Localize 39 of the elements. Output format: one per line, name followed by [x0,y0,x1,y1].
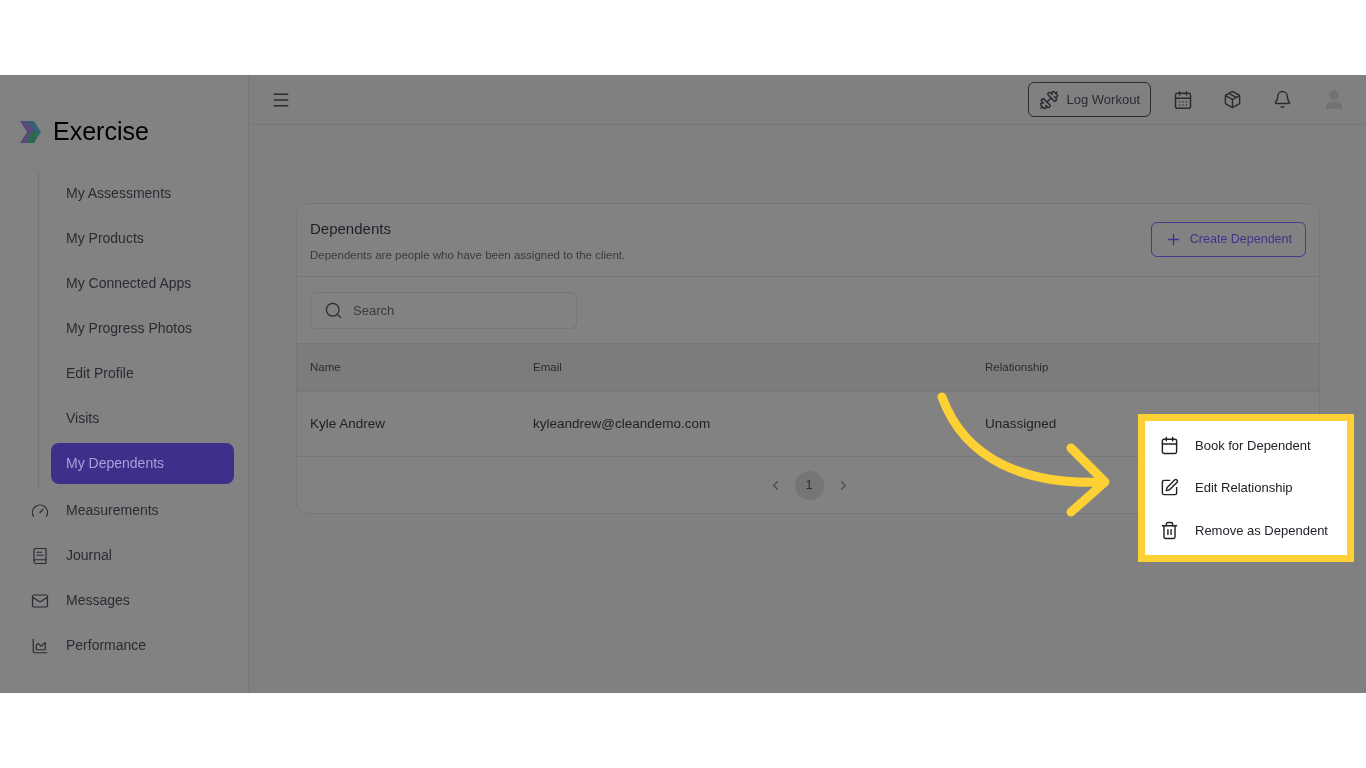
brand-name: Exercise [53,116,149,148]
sidebar-subitem[interactable]: My Dependents [51,443,234,484]
package-icon[interactable] [1223,90,1242,109]
book-icon [31,546,49,565]
sidebar-subitem[interactable]: My Progress Photos [51,308,234,349]
card-title: Dependents [310,219,392,239]
table-cell-text: kyleandrew@cleandemo.com [533,414,712,433]
sidebar-subitem[interactable]: Edit Profile [51,353,234,394]
log-workout-button[interactable]: Log Workout [1027,82,1151,117]
page-button[interactable]: 1 [794,470,824,500]
dumbbell-icon [1038,89,1059,110]
chart-icon [31,636,49,655]
mail-icon [31,591,49,610]
menu-item[interactable]: Remove as Dependent [1145,509,1347,552]
column-header: Name [310,359,342,375]
sidebar-subitem[interactable]: Visits [51,398,234,439]
notification-icon[interactable] [1273,90,1292,109]
sidebar-item[interactable]: Measurements [0,488,248,533]
sidebar-item[interactable]: Messages [0,578,248,623]
sidebar-subitem[interactable]: My Products [51,218,234,259]
calendar-icon[interactable] [1173,89,1193,110]
search-icon [324,300,343,320]
sidebar-subitem[interactable]: My Connected Apps [51,263,234,304]
create-dependent-button[interactable]: Create Dependent [1150,222,1306,257]
table-cell-text: Kyle Andrew [310,414,387,433]
trash-icon [1160,520,1179,540]
sidebar-subitem[interactable]: My Assessments [51,173,234,214]
column-header: Email [533,359,563,375]
menu-item[interactable]: Edit Relationship [1145,466,1347,509]
search-field[interactable]: Search [310,291,577,329]
sidebar-item[interactable]: Performance [0,623,248,668]
table-cell-text: Unassigned [985,414,1057,433]
card-subtitle: Dependents are people who have been assigned to the client. [310,247,626,263]
menu-item[interactable]: Book for Dependent [1145,424,1347,467]
gauge-icon [31,501,49,520]
column-header: Relationship [985,359,1049,375]
edit-icon [1160,478,1179,498]
calendar-icon [1160,435,1179,455]
sidebar-item[interactable]: Journal [0,533,248,578]
